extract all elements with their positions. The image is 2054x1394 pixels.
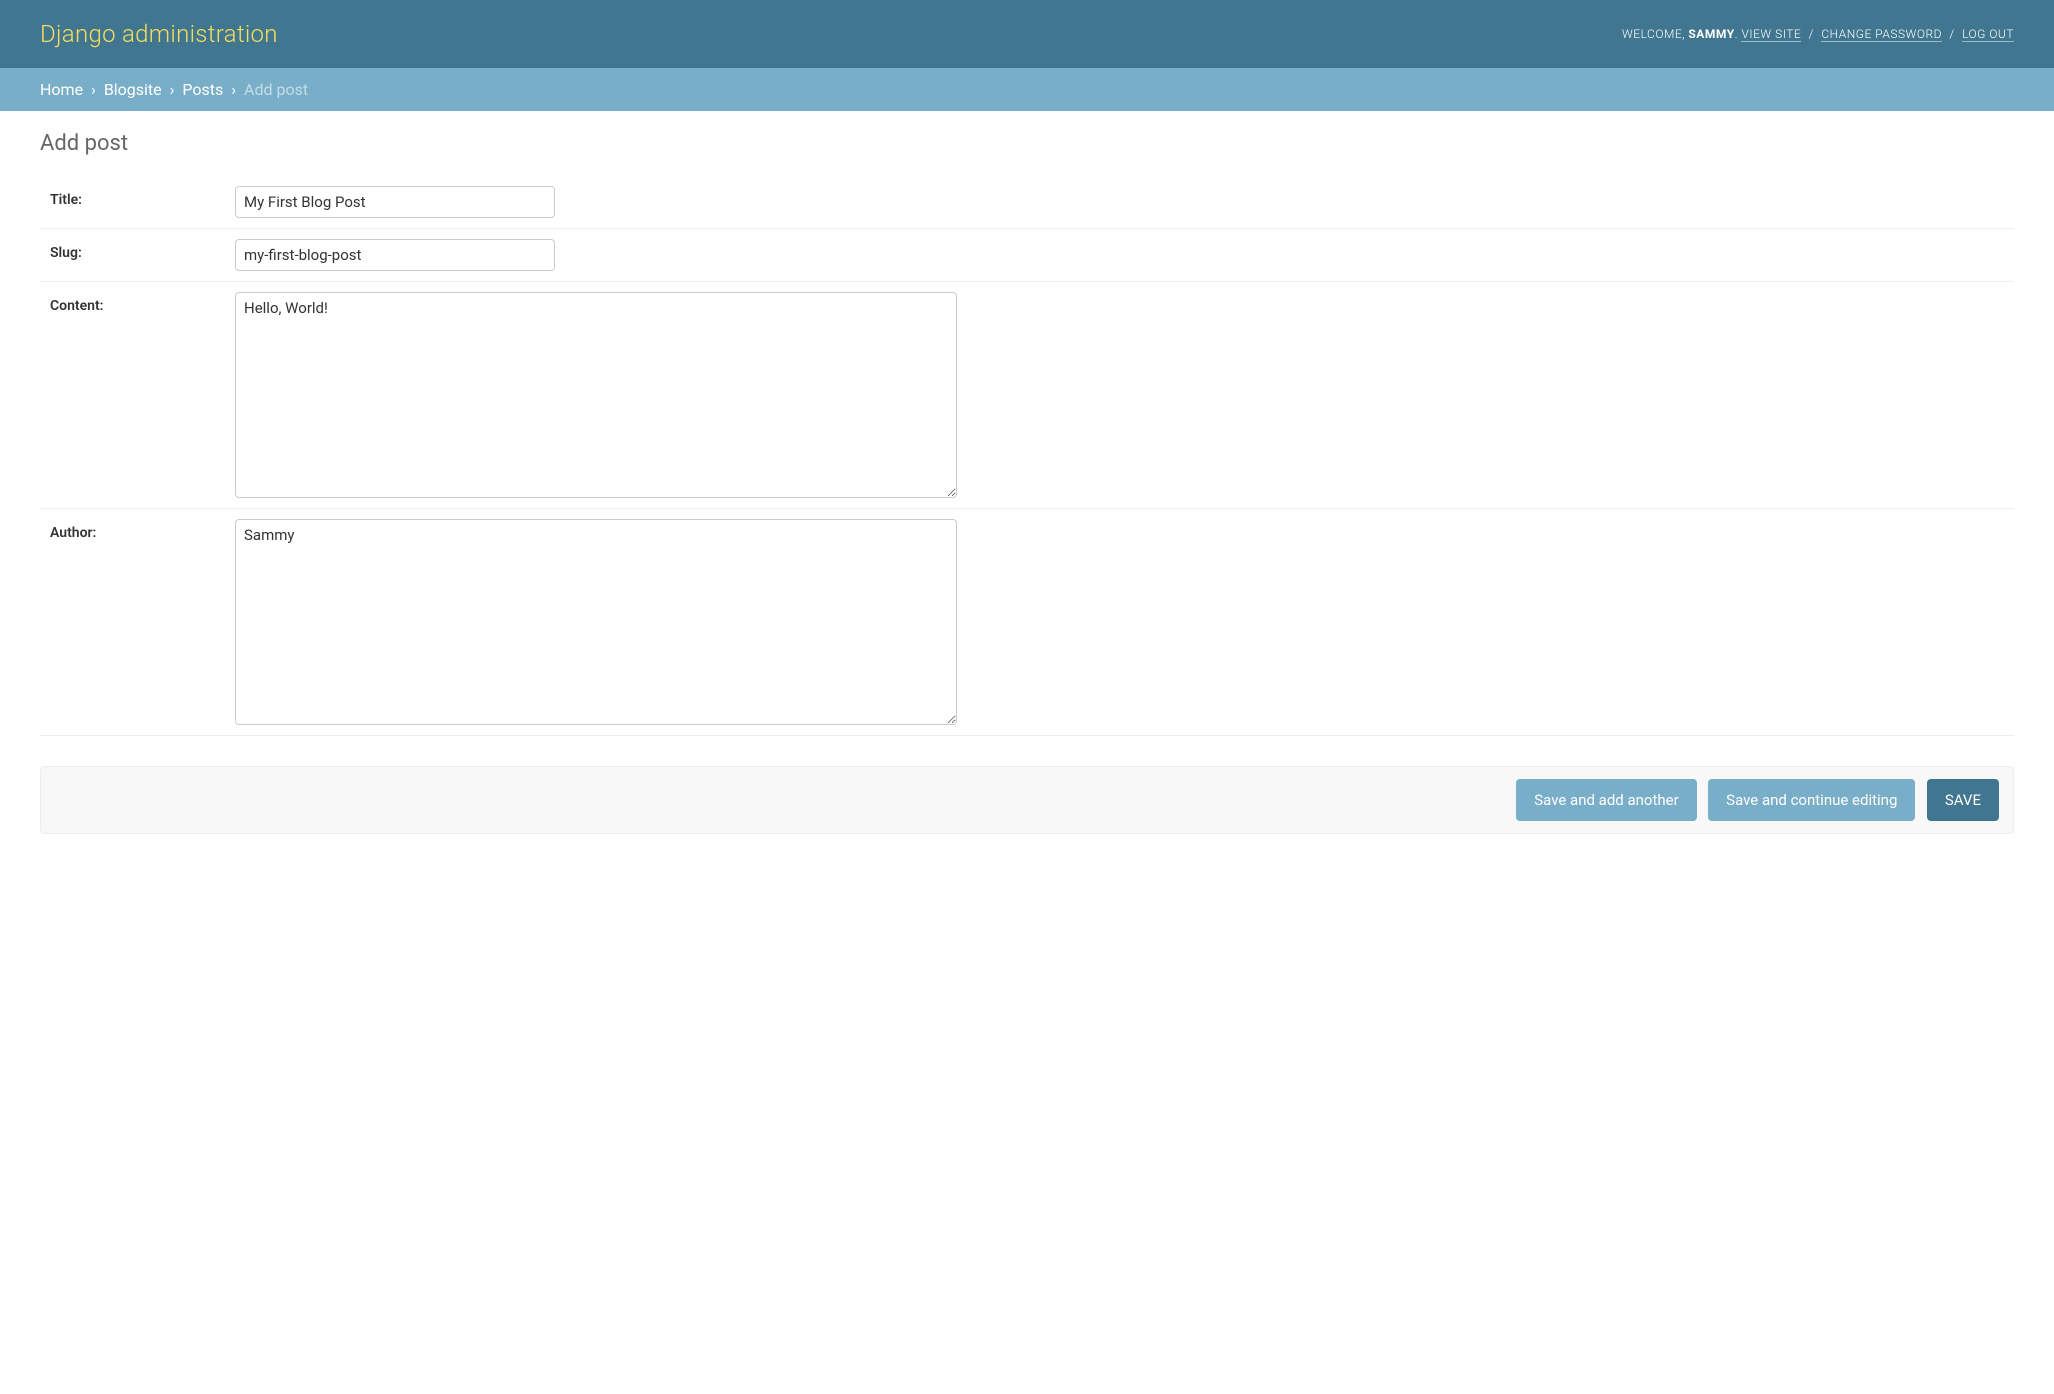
breadcrumb-home[interactable]: Home: [40, 80, 83, 99]
save-button[interactable]: [1927, 779, 1999, 821]
form-row-slug: Slug:: [40, 229, 2014, 282]
welcome-text: WELCOME,: [1622, 27, 1685, 41]
slug-label: Slug:: [40, 239, 235, 261]
breadcrumb-sep: ›: [170, 80, 175, 99]
change-password-link[interactable]: CHANGE PASSWORD: [1821, 27, 1942, 42]
breadcrumb-posts[interactable]: Posts: [182, 80, 223, 99]
form-row-author: Author: Sammy: [40, 509, 2014, 736]
page-title: Add post: [40, 131, 2014, 156]
user-tools: WELCOME, SAMMY. VIEW SITE / CHANGE PASSW…: [1622, 27, 2014, 41]
author-textarea[interactable]: Sammy: [235, 519, 957, 725]
site-title: Django administration: [40, 20, 278, 48]
header: Django administration WELCOME, SAMMY. VI…: [0, 0, 2054, 68]
breadcrumb: Home › Blogsite › Posts › Add post: [0, 68, 2054, 111]
content-label: Content:: [40, 292, 235, 314]
separator: /: [1809, 27, 1814, 41]
author-label: Author:: [40, 519, 235, 541]
breadcrumb-sep: ›: [231, 80, 236, 99]
save-add-another-button[interactable]: [1516, 779, 1696, 821]
separator: /: [1949, 27, 1954, 41]
title-input[interactable]: [235, 186, 555, 218]
breadcrumb-current: Add post: [244, 80, 308, 99]
content-textarea[interactable]: Hello, World!: [235, 292, 957, 498]
branding: Django administration: [40, 20, 278, 48]
breadcrumb-sep: ›: [91, 80, 96, 99]
submit-row: [40, 766, 2014, 834]
title-label: Title:: [40, 186, 235, 208]
username: SAMMY: [1688, 27, 1734, 41]
slug-input[interactable]: [235, 239, 555, 271]
breadcrumb-blogsite[interactable]: Blogsite: [104, 80, 162, 99]
view-site-link[interactable]: VIEW SITE: [1741, 27, 1801, 42]
dot: .: [1735, 27, 1738, 41]
logout-link[interactable]: LOG OUT: [1962, 27, 2014, 42]
save-continue-button[interactable]: [1708, 779, 1915, 821]
content: Add post Title: Slug: Content: Hello, Wo…: [0, 111, 2054, 854]
form-row-content: Content: Hello, World!: [40, 282, 2014, 509]
form-row-title: Title:: [40, 176, 2014, 229]
